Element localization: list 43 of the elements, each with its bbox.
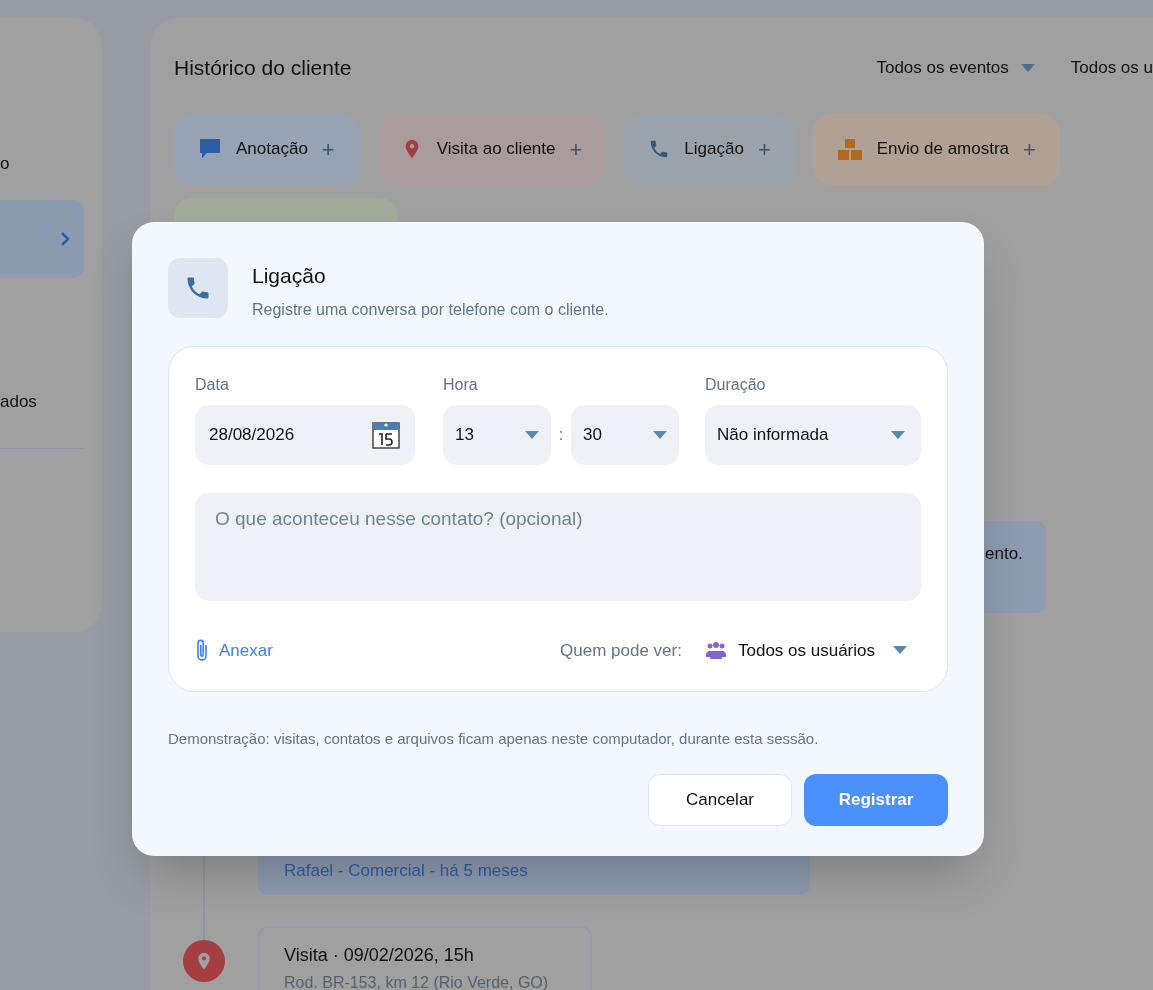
filter-dropdown[interactable]: Todos os u (1070, 55, 1153, 81)
dialog-title: Ligação (252, 263, 327, 289)
visibility-select[interactable]: Todos os usuários (705, 637, 907, 663)
hour-select[interactable]: 13 (443, 404, 551, 465)
panel-title: Histórico do cliente (174, 55, 353, 81)
demo-notice: Demonstração: visitas, contatos e arquivos ficam apenas neste computador, durante esta sessão. (168, 728, 820, 749)
caret-icon (653, 430, 667, 439)
paperclip-icon (195, 638, 209, 663)
date-field[interactable]: 28/08/2026 (195, 404, 415, 465)
caret-icon (891, 430, 905, 439)
caret-icon (525, 430, 539, 439)
add-event-chip[interactable]: Ligação + (624, 113, 795, 185)
time-separator: : (557, 424, 565, 445)
add-event-chip[interactable]: Anotação + (174, 113, 359, 185)
caret-icon (893, 646, 907, 655)
dialog-subtitle: Registre uma conversa por telefone com o cliente. (252, 299, 609, 320)
cancel-button[interactable]: Cancelar (648, 774, 792, 826)
boxes-icon (836, 137, 863, 161)
attach-link[interactable]: Anexar (195, 637, 561, 663)
add-event-chip[interactable]: Visita ao cliente + (376, 113, 607, 185)
event-text: ento. (985, 543, 1023, 563)
plus-sign: + (321, 135, 335, 164)
sidebar-item[interactable]: ados (0, 388, 84, 416)
calendar-icon (371, 419, 401, 450)
visibility-label: Quem pode ver: (560, 639, 682, 662)
field-label: Duração (705, 374, 767, 395)
speech-bubble-icon (198, 138, 222, 160)
minute-select[interactable]: 30 (571, 404, 679, 465)
chevron-right-icon (60, 232, 70, 246)
field-label: Data (195, 374, 230, 395)
plus-sign: + (1023, 135, 1036, 164)
sidebar-item[interactable]: o (0, 150, 84, 178)
duration-select[interactable]: Não informada (705, 404, 921, 465)
add-event-chip[interactable]: Envio de amostra + (812, 113, 1060, 185)
event-meta: Rafael - Comercial - há 5 meses (284, 861, 528, 880)
notes-field[interactable]: O que aconteceu nesse contato? (opcional) (195, 492, 921, 601)
filter-dropdown[interactable]: Todos os eventos (876, 55, 1035, 81)
users-icon (705, 641, 726, 660)
event-title: Visita · 09/02/2026, 15h (284, 944, 475, 967)
plus-sign: + (569, 135, 583, 164)
caret-icon (1020, 63, 1035, 72)
field-label: Hora (443, 374, 479, 395)
plus-sign: + (757, 135, 771, 164)
